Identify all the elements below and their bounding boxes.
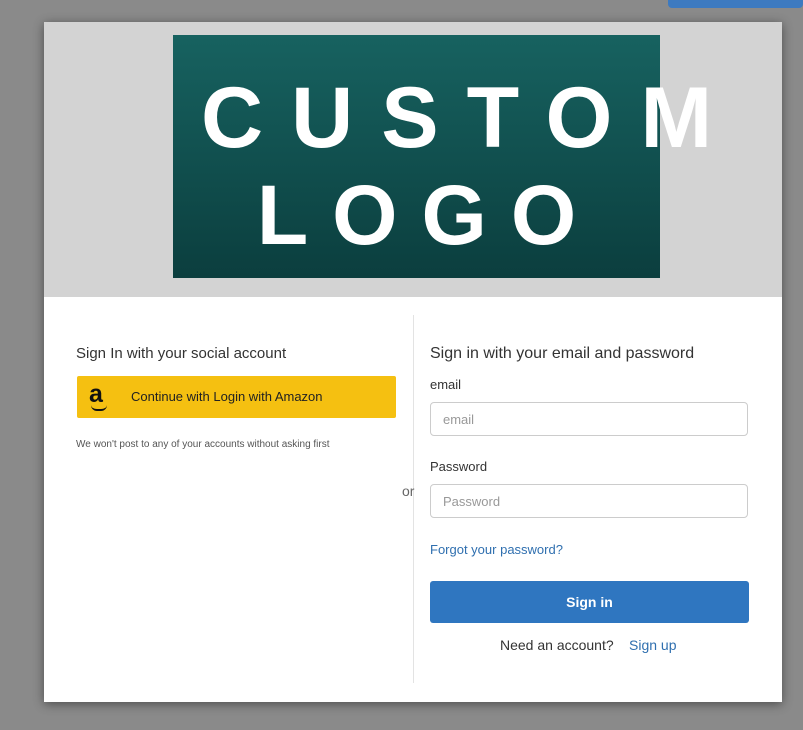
amazon-button-label: Continue with Login with Amazon [131, 389, 323, 404]
top-right-button-edge[interactable] [668, 0, 803, 8]
email-sign-in-title: Sign in with your email and password [430, 345, 695, 362]
email-input[interactable] [430, 402, 748, 436]
or-separator: or [402, 483, 415, 499]
amazon-smile-icon [91, 405, 107, 411]
vertical-divider [413, 315, 414, 683]
password-label: Password [430, 459, 488, 474]
logo-text-line1: CUSTOM [201, 70, 741, 166]
password-input[interactable] [430, 484, 748, 518]
need-account-text: Need an account? [500, 637, 614, 653]
sign-up-link[interactable]: Sign up [629, 637, 676, 653]
social-privacy-note: We won't post to any of your accounts wi… [76, 439, 330, 450]
login-with-amazon-button[interactable]: a Continue with Login with Amazon [77, 376, 396, 418]
email-label: email [430, 377, 462, 392]
sign-in-modal: CUSTOM LOGO Sign In with your social acc… [44, 22, 782, 702]
logo-banner: CUSTOM LOGO [44, 22, 782, 297]
social-sign-in-title: Sign In with your social account [76, 345, 287, 362]
custom-logo: CUSTOM LOGO [173, 35, 741, 278]
logo-text-line2: LOGO [256, 168, 601, 262]
sign-in-button[interactable]: Sign in [430, 581, 749, 623]
forgot-password-link[interactable]: Forgot your password? [430, 542, 563, 557]
amazon-logo-icon: a [89, 380, 103, 408]
